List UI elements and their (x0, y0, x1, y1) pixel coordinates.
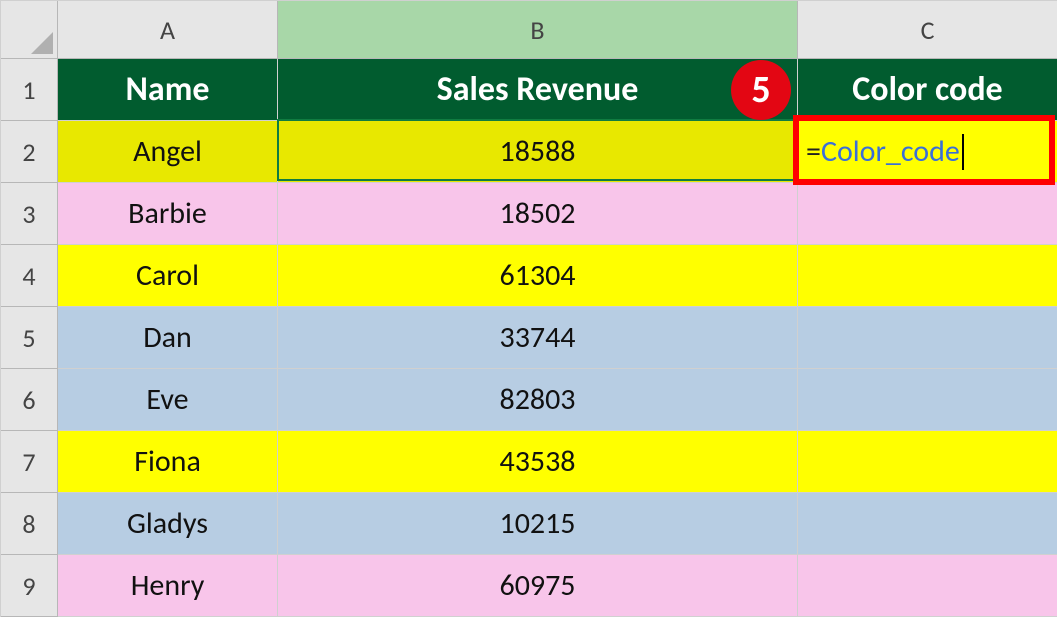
cell-C9[interactable] (798, 555, 1057, 617)
cell-B3[interactable]: 18502 (278, 183, 798, 245)
cell-A1[interactable]: Name (58, 59, 278, 121)
cell-A3[interactable]: Barbie (58, 183, 278, 245)
cell-C8[interactable] (798, 493, 1057, 555)
cell-A6[interactable]: Eve (58, 369, 278, 431)
col-header-B[interactable]: B (278, 1, 798, 59)
col-header-C[interactable]: C (798, 1, 1057, 59)
cell-A2[interactable]: Angel (58, 121, 278, 183)
select-all-corner[interactable] (1, 1, 58, 59)
text-cursor (962, 134, 964, 170)
cell-C5[interactable] (798, 307, 1057, 369)
row-header-1[interactable]: 1 (1, 59, 58, 121)
row-header-5[interactable]: 5 (1, 307, 58, 369)
row-header-4[interactable]: 4 (1, 245, 58, 307)
cell-C1[interactable]: Color code (798, 59, 1057, 121)
cell-B6[interactable]: 82803 (278, 369, 798, 431)
cell-B9[interactable]: 60975 (278, 555, 798, 617)
cell-C7[interactable] (798, 431, 1057, 493)
cell-A4[interactable]: Carol (58, 245, 278, 307)
cell-C2-formula-input[interactable]: =Color_code (798, 121, 1057, 183)
cell-A9[interactable]: Henry (58, 555, 278, 617)
cell-B2[interactable]: 18588 (278, 121, 798, 183)
cell-A7[interactable]: Fiona (58, 431, 278, 493)
formula-name-ref: Color_code (821, 133, 960, 170)
cell-C4[interactable] (798, 245, 1057, 307)
cell-A8[interactable]: Gladys (58, 493, 278, 555)
row-header-8[interactable]: 8 (1, 493, 58, 555)
cell-C3[interactable] (798, 183, 1057, 245)
cell-A5[interactable]: Dan (58, 307, 278, 369)
formula-equals: = (806, 133, 821, 170)
row-header-6[interactable]: 6 (1, 369, 58, 431)
cell-B4[interactable]: 61304 (278, 245, 798, 307)
cell-B5[interactable]: 33744 (278, 307, 798, 369)
spreadsheet-grid: A B C 1 Name Sales Revenue Color code 2 … (0, 0, 1057, 617)
cell-C6[interactable] (798, 369, 1057, 431)
cell-B8[interactable]: 10215 (278, 493, 798, 555)
row-header-7[interactable]: 7 (1, 431, 58, 493)
col-header-A[interactable]: A (58, 1, 278, 59)
row-header-3[interactable]: 3 (1, 183, 58, 245)
cell-B1[interactable]: Sales Revenue (278, 59, 798, 121)
row-header-9[interactable]: 9 (1, 555, 58, 617)
cell-B7[interactable]: 43538 (278, 431, 798, 493)
row-header-2[interactable]: 2 (1, 121, 58, 183)
